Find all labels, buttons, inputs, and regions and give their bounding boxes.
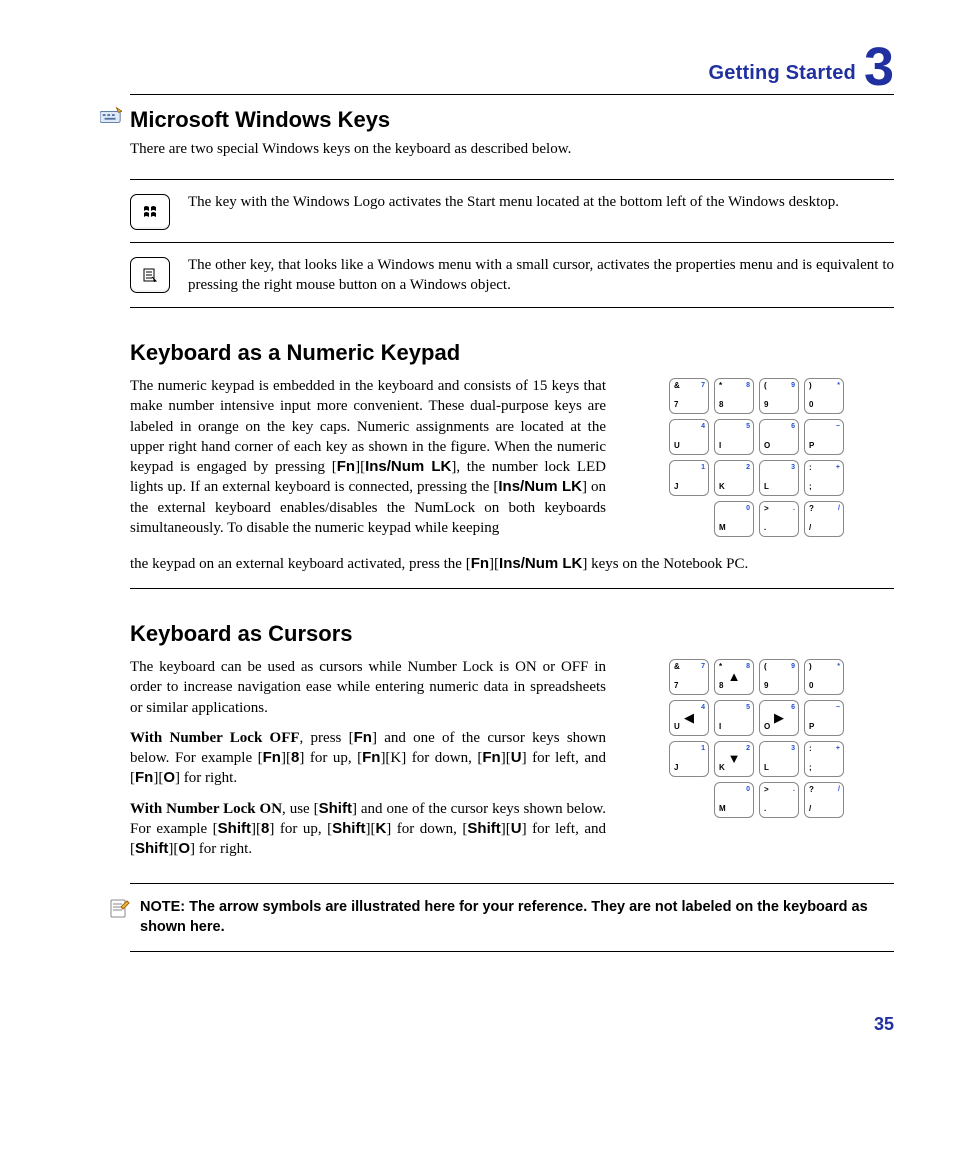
numeric-keypad-figure: &77*88(99)0* U4I5O6P− J1K2L3:;+ M0>..?// <box>624 378 894 537</box>
keypad-key: >.. <box>759 501 799 537</box>
divider <box>130 307 894 308</box>
keypad-key: ?// <box>804 782 844 818</box>
keypad-key: P− <box>804 419 844 455</box>
keypad-key: I5 <box>714 419 754 455</box>
windows-logo-key-row: The key with the Windows Logo activates … <box>130 192 894 230</box>
keypad-key: ?// <box>804 501 844 537</box>
header-section-label: Getting Started <box>709 60 856 87</box>
keypad-key: (99 <box>759 659 799 695</box>
keypad-key: &77 <box>669 659 709 695</box>
cursors-p1: The keyboard can be used as cursors whil… <box>130 657 606 718</box>
menu-keycap <box>130 257 170 293</box>
keypad-key: *88 <box>714 378 754 414</box>
section-title-windows-keys: Microsoft Windows Keys <box>130 105 894 135</box>
menu-key-icon <box>143 268 157 282</box>
keypad-key: P− <box>804 700 844 736</box>
keypad-key: :;+ <box>804 460 844 496</box>
cursors-p2: With Number Lock OFF, press [Fn] and one… <box>130 728 606 789</box>
keypad-key: (99 <box>759 378 799 414</box>
divider <box>130 242 894 243</box>
keypad-key: O6▶ <box>759 700 799 736</box>
keypad-key: K2▼ <box>714 741 754 777</box>
menu-key-desc: The other key, that looks like a Windows… <box>188 255 894 296</box>
numeric-body: The numeric keypad is embedded in the ke… <box>130 376 606 538</box>
note-text: NOTE: The arrow symbols are illustrated … <box>140 898 894 937</box>
keypad-key: :;+ <box>804 741 844 777</box>
section-intro: There are two special Windows keys on th… <box>130 139 894 159</box>
keypad-key: &77 <box>669 378 709 414</box>
note-block: NOTE: The arrow symbols are illustrated … <box>110 898 894 937</box>
divider <box>130 588 894 589</box>
keypad-key: )0* <box>804 659 844 695</box>
note-icon <box>110 899 130 919</box>
keypad-key: K2 <box>714 460 754 496</box>
keypad-key: U4 <box>669 419 709 455</box>
cursor-keypad-figure: &77*88▲(99)0* U4◀I5O6▶P− J1K2▼L3:;+ M0>..?/… <box>624 659 894 818</box>
keypad-key: I5 <box>714 700 754 736</box>
divider <box>130 951 894 952</box>
keypad-key: >.. <box>759 782 799 818</box>
section-title-cursors: Keyboard as Cursors <box>130 619 894 649</box>
page-number: 35 <box>100 1012 894 1036</box>
keypad-key: J1 <box>669 460 709 496</box>
heading-text: Microsoft Windows Keys <box>130 107 390 132</box>
divider <box>130 179 894 180</box>
keypad-key: M0 <box>714 501 754 537</box>
cursors-p3: With Number Lock ON, use [Shift] and one… <box>130 799 606 860</box>
keypad-key: U4◀ <box>669 700 709 736</box>
keypad-key: M0 <box>714 782 754 818</box>
keypad-key: L3 <box>759 460 799 496</box>
keypad-key: O6 <box>759 419 799 455</box>
windows-logo-key-desc: The key with the Windows Logo activates … <box>188 192 894 212</box>
divider <box>130 883 894 884</box>
keypad-key: J1 <box>669 741 709 777</box>
section-title-numeric: Keyboard as a Numeric Keypad <box>130 338 894 368</box>
numeric-continuation: the keypad on an external keyboard activ… <box>130 554 894 574</box>
chapter-number: 3 <box>864 40 894 94</box>
section-cursors: Keyboard as Cursors The keyboard can be … <box>130 619 894 869</box>
page-header: Getting Started 3 <box>130 40 894 95</box>
keypad-key: *88▲ <box>714 659 754 695</box>
keypad-key: )0* <box>804 378 844 414</box>
menu-key-row: The other key, that looks like a Windows… <box>130 255 894 296</box>
section-numeric-keypad: Keyboard as a Numeric Keypad The numeric… <box>130 338 894 574</box>
keypad-key: L3 <box>759 741 799 777</box>
keyboard-icon <box>100 107 122 125</box>
windows-logo-icon <box>142 204 158 220</box>
windows-logo-keycap <box>130 194 170 230</box>
